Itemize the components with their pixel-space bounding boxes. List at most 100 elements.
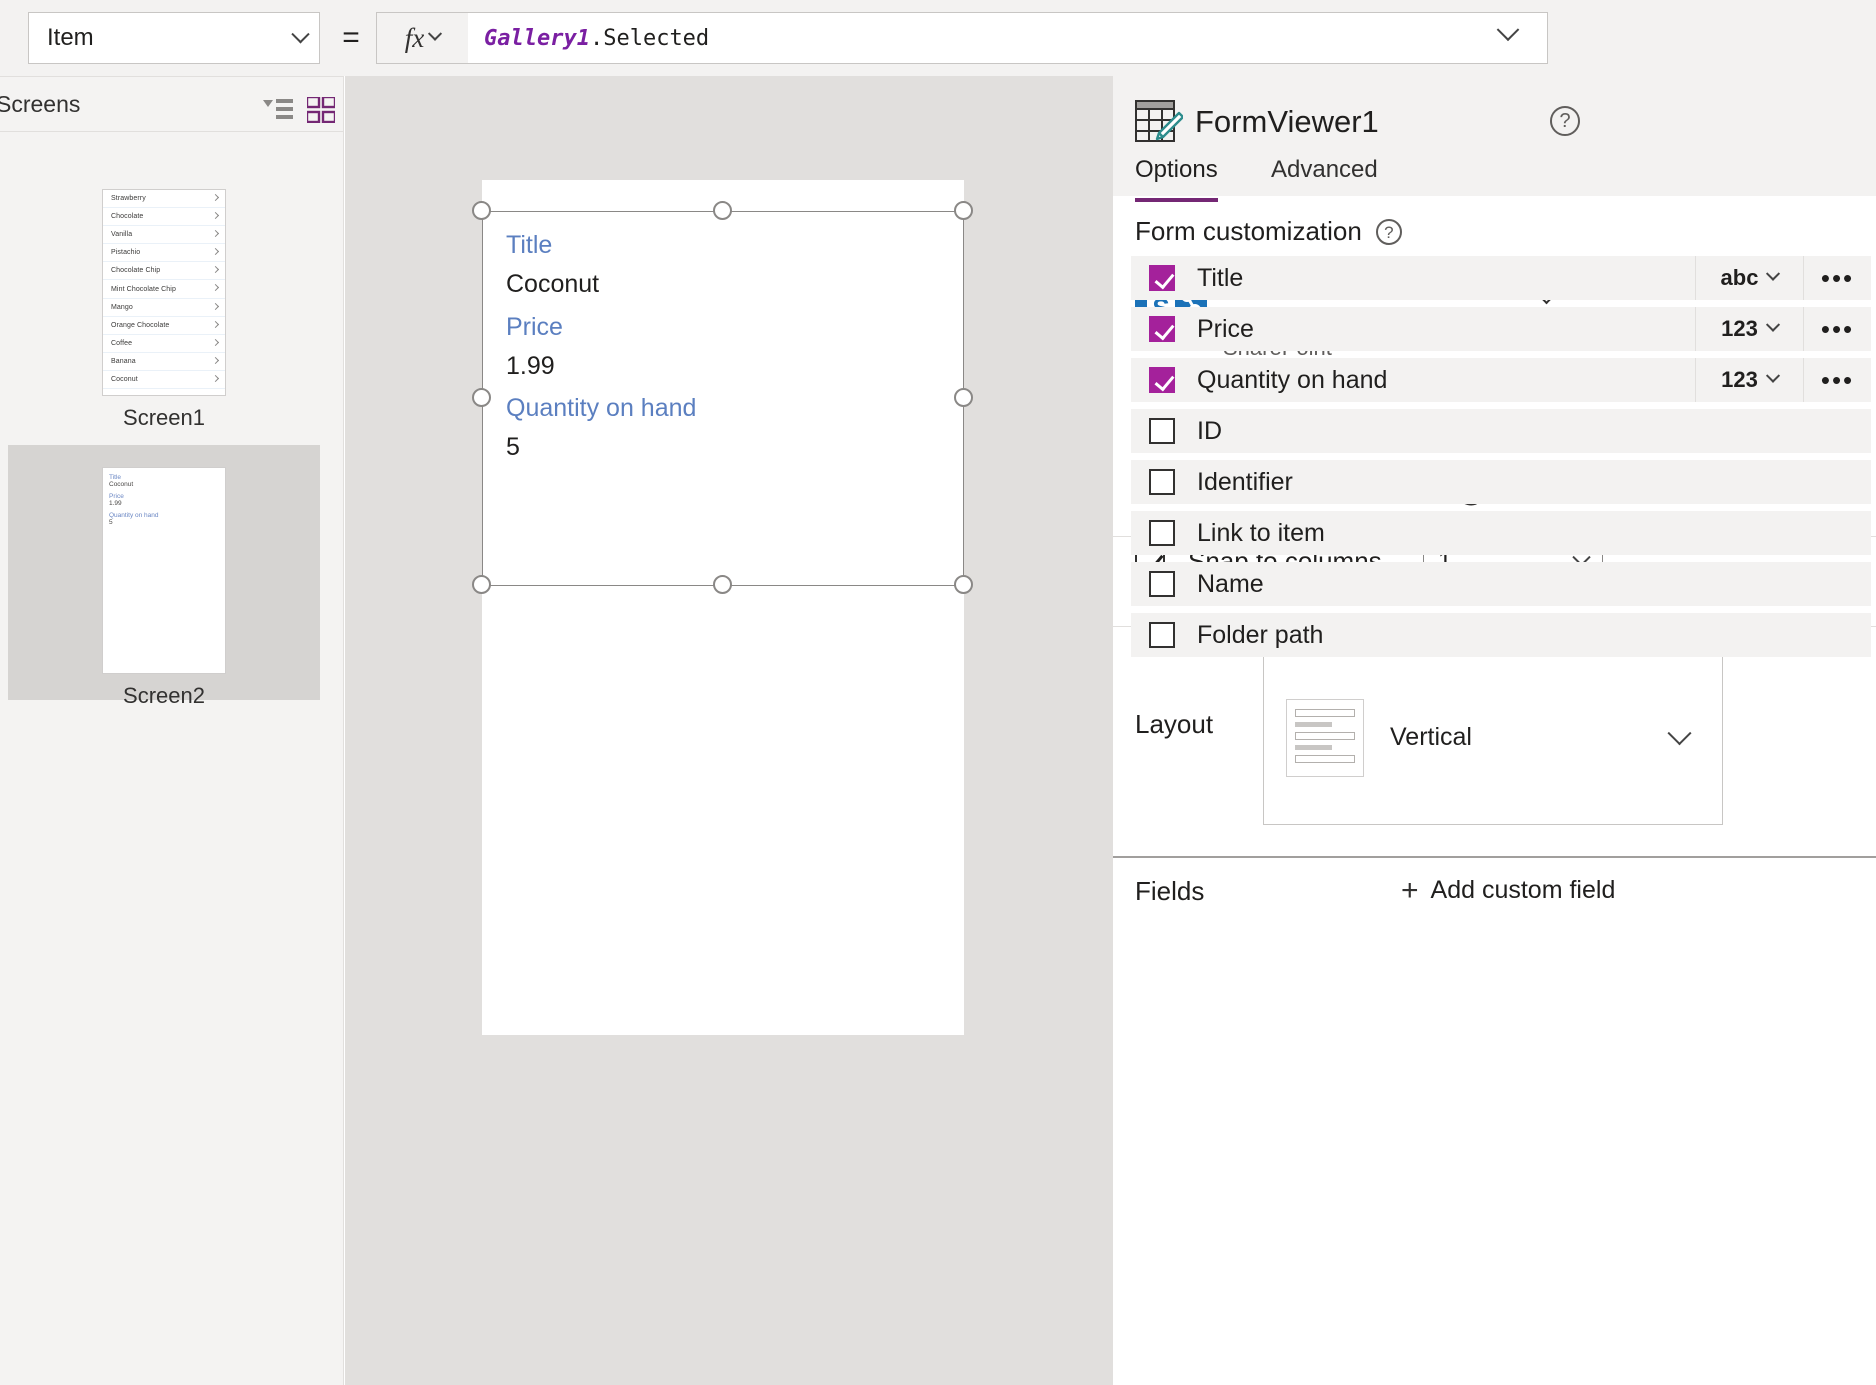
field-name: Folder path [1197,620,1324,649]
fields-title: Fields [1135,876,1205,906]
chevron-right-icon [211,248,220,256]
screen-card-screen2[interactable]: Title Coconut Price 1.99 Quantity on hand 5 S… [102,467,226,709]
chevron-down-icon [1765,317,1780,332]
grid-view-icon[interactable] [305,95,337,124]
gallery-preview-item-label: Orange Chocolate [111,321,170,329]
form-field-label: Price [506,313,563,341]
field-checkbox[interactable] [1149,316,1175,342]
field-name: Title [1197,263,1244,292]
properties-panel: FormViewer1 ? Options Advanced Form cust… [1112,76,1876,1385]
help-icon[interactable]: ? [1550,106,1580,136]
field-row[interactable]: Name [1131,562,1871,606]
chevron-down-icon [428,26,443,41]
gallery-preview-item-label: Banana [111,357,136,365]
field-type-select[interactable]: 123 [1695,307,1803,351]
screen1-caption: Screen1 [123,405,205,430]
field-checkbox[interactable] [1149,469,1175,495]
field-name: Quantity on hand [1197,365,1388,394]
plus-icon: + [1401,873,1419,907]
field-row[interactable]: Title abc ••• [1131,256,1871,300]
resize-handle-bottom-right [954,575,973,594]
gallery-preview-item: Chocolate Chip [103,262,225,281]
field-row[interactable]: Quantity on hand 123 ••• [1131,358,1871,402]
field-checkbox[interactable] [1149,571,1175,597]
add-custom-field-button[interactable]: + Add custom field [1401,873,1616,907]
resize-handle-top-center [713,201,732,220]
tab-advanced[interactable]: Advanced [1271,156,1378,198]
screen2-preview-label: Quantity on hand [109,512,159,519]
gallery-preview-item: Strawberry [103,190,225,209]
gallery-preview-item: Orange Chocolate [103,317,225,335]
field-more-options-icon[interactable]: ••• [1803,256,1871,300]
field-row[interactable]: Folder path [1131,613,1871,657]
layout-row: Layout Vertical [1113,636,1876,856]
resize-handle-bottom-center [713,575,732,594]
field-checkbox[interactable] [1149,520,1175,546]
field-row[interactable]: Price 123 ••• [1131,307,1871,351]
chevron-right-icon [211,193,220,202]
field-type-select[interactable]: 123 [1695,358,1803,402]
layout-label: Layout [1135,709,1214,739]
field-row[interactable]: ID [1131,409,1871,453]
form-field[interactable]: Title Coconut [506,231,599,299]
form-field[interactable]: Quantity on hand 5 [506,394,696,462]
screens-panel-header: Screens [0,76,344,132]
field-type-label: 123 [1721,316,1758,341]
divider-3 [1113,856,1876,858]
fx-button[interactable]: fx [376,12,468,64]
formula-bar: Item = fx Gallery1 .Selected [0,0,1876,76]
screen2-form-preview: Title Coconut Price 1.99 Quantity on hand 5 [103,474,225,526]
property-select[interactable]: Item [28,12,320,64]
gallery-preview-item-label: Chocolate Chip [111,267,161,275]
form-customization-heading: Form customization ? [1135,216,1402,247]
chevron-right-icon [211,266,220,274]
tree-view-icon[interactable] [263,97,293,121]
formula-expand-button[interactable] [1496,18,1520,47]
chevron-right-icon [211,374,220,382]
form-customization-help-icon[interactable]: ? [1375,218,1402,245]
resize-handle-middle-left [472,388,491,407]
field-name: ID [1197,416,1222,445]
gallery-preview-item-label: Strawberry [111,195,146,203]
chevron-right-icon [211,212,220,220]
chevron-right-icon [211,338,220,346]
field-checkbox[interactable] [1149,265,1175,291]
gallery-preview-item: Mango [103,299,225,317]
field-more-options-icon[interactable]: ••• [1803,358,1871,402]
resize-handle-bottom-left [472,575,491,594]
screen1-thumbnail[interactable]: Strawberry Chocolate Vanilla Pistachio Choco… [102,189,226,396]
resize-handle-top-left [472,201,491,220]
field-row[interactable]: Identifier [1131,460,1871,504]
layout-vertical-icon [1286,698,1364,777]
field-checkbox[interactable] [1149,418,1175,444]
gallery-preview-item: Chocolate [103,208,225,227]
field-row[interactable]: Link to item [1131,511,1871,555]
screens-panel-title: Screens [0,91,81,117]
gallery-preview-item: Mint Chocolate Chip [103,280,225,299]
chevron-down-icon [1667,721,1692,746]
canvas-area: Title Coconut Price 1.99 Quantity on hand 5 [345,76,1112,1385]
formula-input[interactable]: Gallery1 .Selected [468,12,1548,64]
gallery-preview-item: Banana [103,353,225,371]
form-field[interactable]: Price 1.99 [506,313,563,381]
screen2-thumbnail[interactable]: Title Coconut Price 1.99 Quantity on hand 5 [102,467,226,674]
screen1-gallery-preview: Strawberry Chocolate Vanilla Pistachio Choco… [103,190,225,390]
form-field-value: Coconut [506,270,600,298]
screens-panel: Screens Strawberry Chocolate Vanilla Pistac… [0,76,344,1385]
form-viewer-control[interactable]: Title Coconut Price 1.99 Quantity on hand 5 [472,201,973,594]
field-more-options-icon[interactable]: ••• [1803,307,1871,351]
gallery-preview-item-label: Mango [111,303,133,311]
layout-select[interactable]: Vertical [1263,650,1723,825]
chevron-right-icon [211,302,220,310]
field-type-select[interactable]: abc [1695,256,1803,300]
field-checkbox[interactable] [1149,367,1175,393]
form-field-label: Title [506,231,553,259]
add-custom-field-label: Add custom field [1430,876,1616,904]
resize-handle-top-right [954,201,973,220]
screen-card-screen1[interactable]: Strawberry Chocolate Vanilla Pistachio Choco… [102,189,226,431]
chevron-down-icon [1765,368,1780,383]
field-checkbox[interactable] [1149,622,1175,648]
gallery-preview-item: Pistachio [103,244,225,263]
chevron-down-icon [1766,266,1781,281]
field-name: Link to item [1197,518,1325,547]
